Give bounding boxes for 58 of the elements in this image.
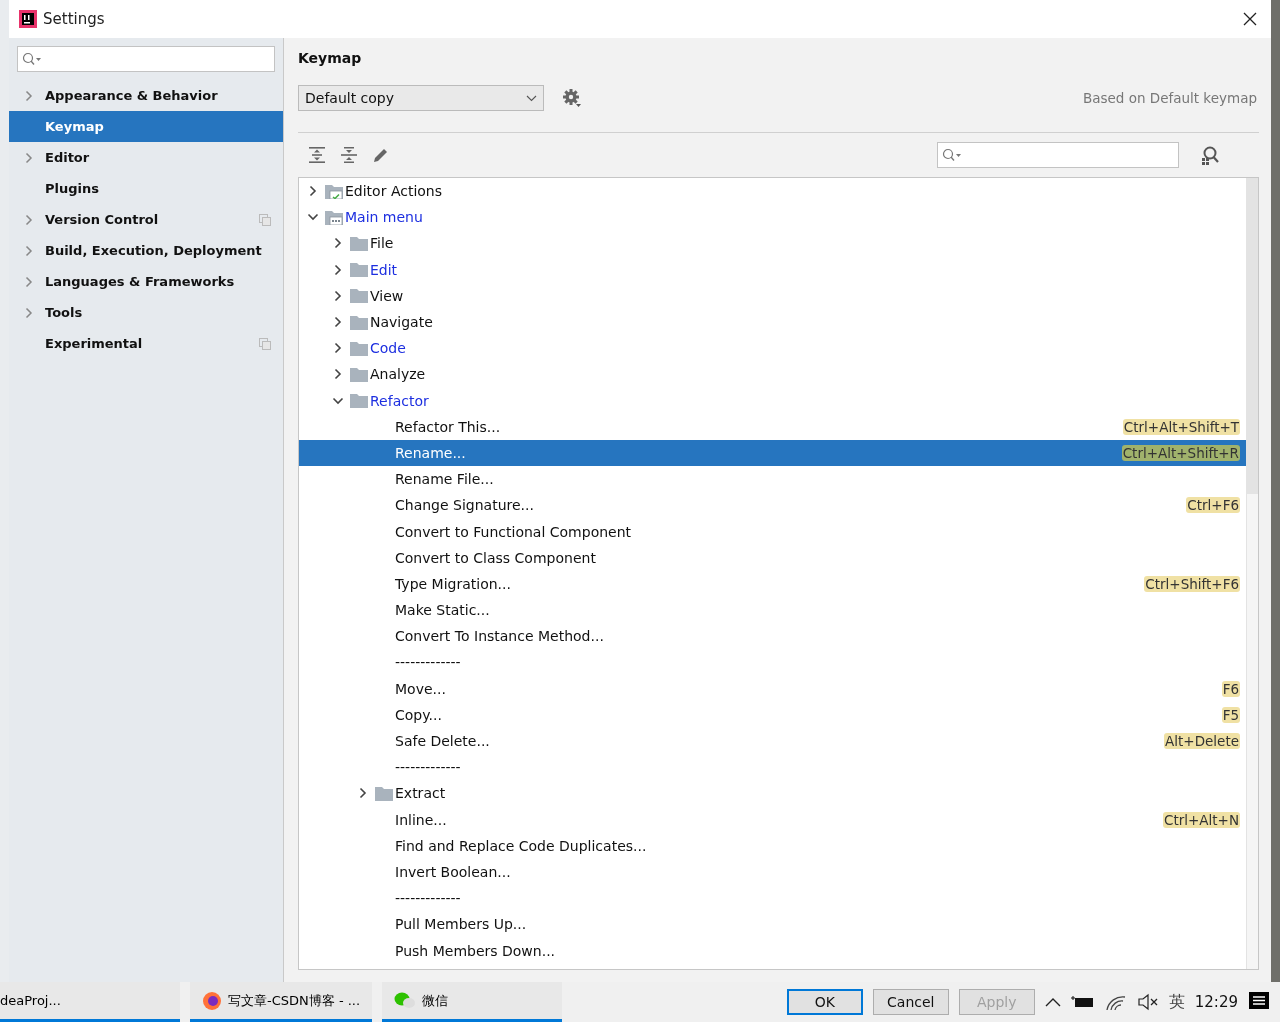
tree-item[interactable]: Convert to Class Component xyxy=(299,544,1246,571)
tree-item[interactable]: Refactor xyxy=(299,387,1246,414)
sidebar-item[interactable]: Languages & Frameworks xyxy=(9,266,283,297)
separator-row-text: ------------- xyxy=(394,889,462,909)
sidebar-item[interactable]: Version Control xyxy=(9,204,283,235)
tree-item[interactable]: Navigate xyxy=(299,308,1246,336)
clock[interactable]: 12:29 xyxy=(1194,993,1238,1011)
tree-item[interactable]: File xyxy=(299,230,1246,257)
taskbar-app[interactable]: deaProj... xyxy=(0,982,180,1022)
tree-item[interactable]: Convert To Instance Method... xyxy=(299,623,1246,650)
taskbar-app[interactable]: 微信 xyxy=(382,982,563,1022)
separator-row-text: ------------- xyxy=(394,653,462,673)
shortcut-label: Ctrl+F6 xyxy=(1186,497,1240,514)
tree-item[interactable]: Move... F6 xyxy=(299,675,1246,702)
tree-item[interactable]: View xyxy=(299,282,1246,309)
sidebar-item[interactable]: Tools xyxy=(9,297,283,328)
dialog-button[interactable]: OK xyxy=(786,989,863,1015)
page-title: Keymap xyxy=(298,49,363,68)
shortcut-label: Ctrl+Shift+F6 xyxy=(1144,575,1240,592)
tree-item[interactable]: Find and Replace Code Duplicates... xyxy=(299,832,1246,859)
tree-item[interactable]: Refactor This... Ctrl+Alt+Shift+T xyxy=(299,413,1246,440)
keymap-dropdown[interactable]: Default copy xyxy=(298,85,544,111)
dialog-button[interactable]: Cancel xyxy=(872,989,949,1015)
tree-item[interactable]: Type Migration... Ctrl+Shift+F6 xyxy=(299,570,1246,597)
tree-item[interactable]: Copy... F5 xyxy=(299,701,1246,728)
tree-item[interactable]: Safe Delete... Alt+Delete xyxy=(299,727,1246,755)
separator-row-text: ------------- xyxy=(394,758,462,778)
tree-item[interactable]: Convert to Functional Component xyxy=(299,518,1246,545)
sidebar-item[interactable]: Editor xyxy=(9,142,283,173)
sidebar-item[interactable]: Experimental xyxy=(9,328,283,359)
tree-item[interactable]: Edit xyxy=(299,256,1246,283)
tree-item[interactable]: Inline... Ctrl+Alt+N xyxy=(299,806,1246,833)
tree-item[interactable]: Editor Actions xyxy=(299,178,1246,205)
shortcut-label: Ctrl+Alt+Shift+T xyxy=(1122,418,1240,435)
sidebar-item[interactable]: Appearance & Behavior xyxy=(9,80,283,111)
sidebar-item[interactable]: Plugins xyxy=(9,173,283,204)
shortcut-label: F6 xyxy=(1221,680,1240,697)
sidebar-item[interactable]: Keymap xyxy=(9,111,283,142)
sidebar-item[interactable]: Build, Execution, Deployment xyxy=(9,235,283,266)
based-on-label: Based on Default keymap xyxy=(1082,90,1258,106)
input-method-indicator[interactable]: 英 xyxy=(1168,991,1185,1013)
tree-item[interactable]: Make Static... xyxy=(299,597,1246,624)
tree-item[interactable]: Analyze xyxy=(299,361,1246,388)
tree-item[interactable]: Rename... Ctrl+Alt+Shift+R xyxy=(299,439,1246,467)
tree-item[interactable]: Extract xyxy=(299,780,1246,807)
tree-item[interactable]: Push Members Down... xyxy=(299,937,1246,964)
tree-item[interactable]: Invert Boolean... xyxy=(299,858,1246,886)
shortcut-label: Ctrl+Alt+Shift+R xyxy=(1121,444,1240,461)
taskbar-app[interactable]: 写文章-CSDN博客 - ... xyxy=(190,982,373,1022)
window-title: Settings xyxy=(43,10,105,28)
tree-item[interactable]: Main menu xyxy=(299,204,1246,231)
tree-item[interactable]: Change Signature... Ctrl+F6 xyxy=(299,492,1246,519)
shortcut-label: Alt+Delete xyxy=(1164,733,1240,750)
tree-item[interactable]: Pull Members Up... xyxy=(299,911,1246,938)
tree-item[interactable]: Code xyxy=(299,335,1246,362)
tree-item[interactable]: Rename File... xyxy=(299,466,1246,493)
shortcut-label: Ctrl+Alt+N xyxy=(1162,811,1240,828)
shortcut-label: F5 xyxy=(1221,706,1240,723)
